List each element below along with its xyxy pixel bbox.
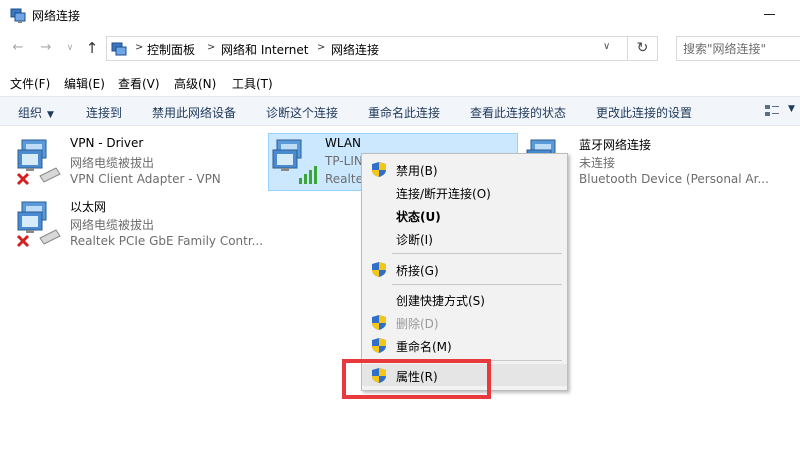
menu-item-label: 桥接(G) [396, 264, 439, 278]
menu-bar: 文件(F) 编辑(E) 查看(V) 高级(N) 工具(T) [0, 72, 800, 94]
menu-file[interactable]: 文件(F) [10, 75, 50, 92]
refresh-button[interactable]: ↻ [628, 36, 658, 61]
menu-edit[interactable]: 编辑(E) [64, 75, 105, 92]
menu-item-label: 重命名(M) [396, 340, 452, 354]
menu-item-label: 状态(U) [396, 210, 441, 224]
menu-item-delete: 删除(D) [362, 311, 567, 333]
menu-item-label: 连接/断开连接(O) [396, 187, 491, 201]
menu-item-connect-disconnect[interactable]: 连接/断开连接(O) [362, 181, 567, 203]
menu-item-disable[interactable]: 禁用(B) [362, 158, 567, 180]
context-menu: 禁用(B) 连接/断开连接(O) 状态(U) 诊断(I) 桥接(G) 创建快捷方… [361, 153, 568, 391]
breadcrumb-chevron-icon[interactable]: > [317, 42, 325, 53]
menu-view[interactable]: 查看(V) [118, 75, 160, 92]
wired-network-disconnected-icon [16, 201, 61, 248]
highlight-box [342, 359, 491, 399]
view-options-icon[interactable] [765, 105, 779, 117]
wireless-network-icon [272, 139, 317, 184]
menu-item-label: 禁用(B) [396, 164, 438, 178]
menu-separator [392, 253, 562, 254]
address-row: ← → ∨ ↑ > 控制面板 > 网络和 Internet > 网络连接 ∨ ↻ [0, 34, 800, 64]
breadcrumb-network-internet[interactable]: 网络和 Internet [221, 41, 308, 58]
connection-device: Realte [325, 172, 363, 186]
view-status-button[interactable]: 查看此连接的状态 [470, 104, 566, 121]
menu-item-label: 创建快捷方式(S) [396, 294, 485, 308]
diagnose-button[interactable]: 诊断这个连接 [266, 104, 338, 121]
connection-device: VPN Client Adapter - VPN [70, 172, 221, 186]
organize-button[interactable]: 组织 ▼ [18, 104, 54, 121]
connection-status: 未连接 [579, 156, 616, 170]
breadcrumb-chevron-icon[interactable]: > [135, 42, 143, 53]
forward-arrow-icon[interactable]: → [38, 40, 54, 56]
menu-item-status[interactable]: 状态(U) [362, 204, 567, 226]
menu-item-rename[interactable]: 重命名(M) [362, 334, 567, 356]
connection-name: 以太网 [70, 200, 107, 214]
command-bar: 组织 ▼ 连接到 禁用此网络设备 诊断这个连接 重命名此连接 查看此连接的状态 更… [0, 96, 800, 126]
menu-item-label: 诊断(I) [396, 233, 433, 247]
view-options-caret-icon[interactable]: ▼ [788, 104, 795, 114]
menu-item-diagnose[interactable]: 诊断(I) [362, 227, 567, 249]
minimize-button[interactable] [760, 4, 780, 24]
connect-to-button[interactable]: 连接到 [86, 104, 122, 121]
menu-item-create-shortcut[interactable]: 创建快捷方式(S) [362, 288, 567, 310]
uac-shield-icon [372, 338, 386, 353]
address-bar[interactable]: > 控制面板 > 网络和 Internet > 网络连接 ∨ [106, 36, 628, 61]
menu-item-label: 删除(D) [396, 317, 439, 331]
connection-device: Realtek PCIe GbE Family Contr... [70, 234, 264, 248]
network-connections-icon [10, 8, 26, 23]
address-dropdown-chevron-icon[interactable]: ∨ [603, 41, 610, 52]
rename-button[interactable]: 重命名此连接 [368, 104, 440, 121]
connection-status: 网络电缆被拔出 [70, 218, 155, 232]
title-bar: 网络连接 [0, 0, 800, 30]
menu-advanced[interactable]: 高级(N) [174, 75, 216, 92]
wired-network-disconnected-icon [16, 139, 61, 186]
search-input[interactable] [677, 37, 800, 60]
window-title: 网络连接 [32, 9, 81, 23]
menu-separator [392, 284, 562, 285]
connection-ethernet[interactable]: 以太网 网络电缆被拔出 Realtek PCIe GbE Family Cont… [16, 198, 266, 254]
connection-name: VPN - Driver [70, 136, 144, 150]
uac-shield-icon [372, 162, 386, 177]
connection-status: 网络电缆被拔出 [70, 156, 155, 170]
organize-label: 组织 [18, 106, 43, 120]
connection-status: TP-LIN [325, 154, 363, 168]
back-arrow-icon[interactable]: ← [10, 40, 26, 56]
connection-name: WLAN [325, 136, 362, 150]
menu-tools[interactable]: 工具(T) [232, 75, 273, 92]
connection-name: 蓝牙网络连接 [579, 138, 652, 152]
search-box[interactable] [676, 36, 800, 61]
breadcrumb-chevron-icon[interactable]: > [207, 42, 215, 53]
change-settings-button[interactable]: 更改此连接的设置 [596, 104, 692, 121]
breadcrumb-network-connections[interactable]: 网络连接 [331, 41, 379, 58]
breadcrumb-control-panel[interactable]: 控制面板 [147, 41, 195, 58]
disable-device-button[interactable]: 禁用此网络设备 [152, 104, 236, 121]
caret-down-icon: ▼ [47, 110, 54, 120]
uac-shield-icon [372, 262, 386, 277]
recent-locations-chevron-icon[interactable]: ∨ [62, 40, 78, 56]
connection-vpn-driver[interactable]: VPN - Driver 网络电缆被拔出 VPN Client Adapter … [16, 136, 256, 192]
menu-item-bridge[interactable]: 桥接(G) [362, 258, 567, 280]
control-panel-icon [111, 42, 127, 56]
uac-shield-icon [372, 315, 386, 330]
connection-device: Bluetooth Device (Personal Ar... [579, 172, 769, 186]
up-arrow-icon[interactable]: ↑ [84, 40, 100, 56]
